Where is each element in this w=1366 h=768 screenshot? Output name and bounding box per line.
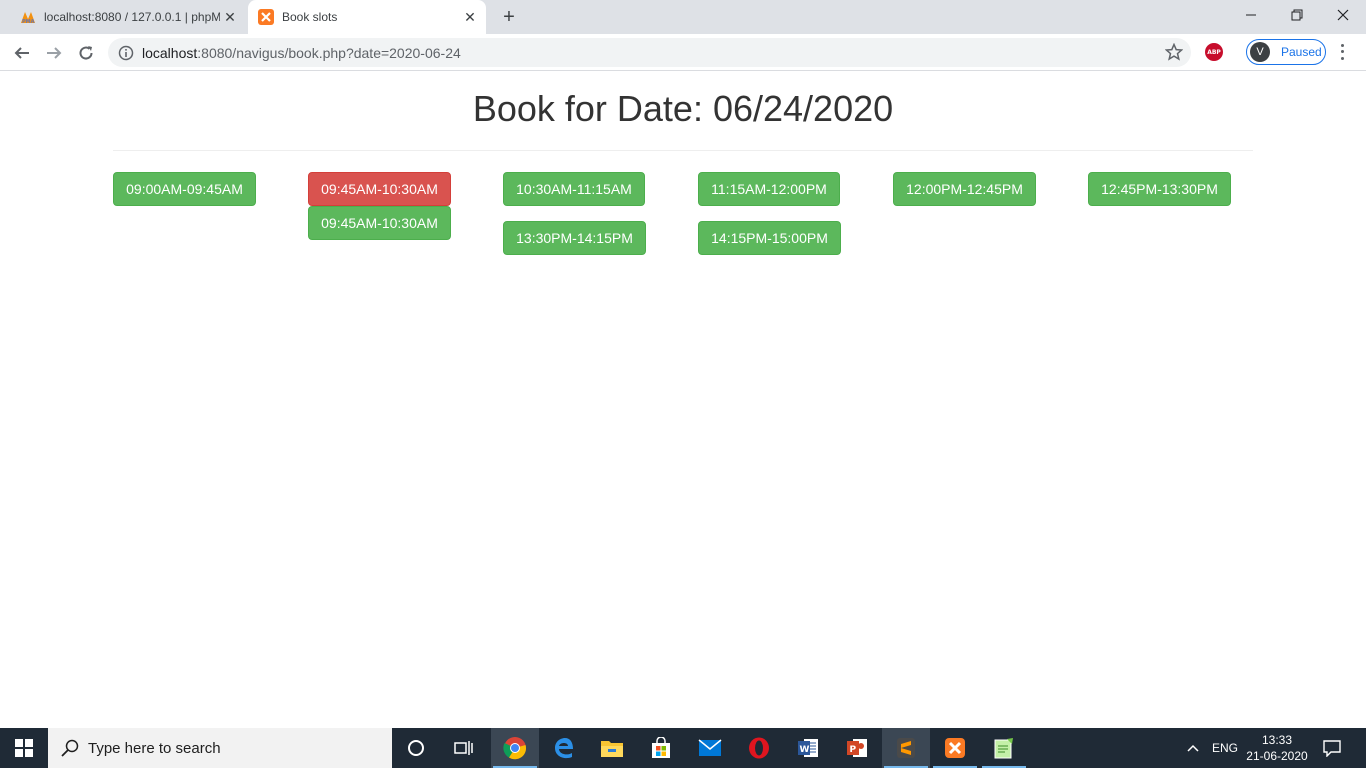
xampp-icon[interactable]	[931, 728, 979, 768]
adblock-extension-icon[interactable]: ABP	[1205, 43, 1223, 61]
close-icon	[1337, 9, 1349, 21]
cortana-icon[interactable]	[392, 728, 440, 768]
new-tab-button[interactable]: +	[498, 6, 520, 28]
chrome-icon[interactable]	[491, 728, 539, 768]
chevron-up-icon	[1187, 744, 1199, 752]
clock[interactable]: 13:33 21-06-2020	[1244, 732, 1310, 764]
tab-phpmyadmin[interactable]: PMA localhost:8080 / 127.0.0.1 | phpMyAd…	[8, 0, 246, 34]
slot-button[interactable]: 10:30AM-11:15AM	[503, 172, 645, 206]
sublime-icon[interactable]	[882, 728, 930, 768]
minimize-icon	[1246, 14, 1256, 16]
avatar: V	[1250, 42, 1270, 62]
minimize-button[interactable]	[1228, 0, 1274, 30]
clock-time: 13:33	[1261, 733, 1293, 747]
search-icon	[61, 739, 79, 757]
slot-button[interactable]: 12:45PM-13:30PM	[1088, 172, 1231, 206]
svg-text:PMA: PMA	[22, 19, 35, 24]
taskbar: Type here to search W P ENG 13:33 21-06-…	[0, 728, 1366, 768]
slot-button[interactable]: 14:15PM-15:00PM	[698, 221, 841, 255]
tab-title: Book slots	[282, 10, 338, 24]
svg-text:W: W	[800, 745, 810, 755]
taskbar-search[interactable]: Type here to search	[48, 728, 392, 768]
notifications-button[interactable]	[1322, 728, 1342, 768]
slot-button[interactable]: 09:45AM-10:30AM	[308, 206, 451, 240]
restore-icon	[1291, 9, 1303, 21]
svg-text:P: P	[850, 745, 857, 755]
forward-button[interactable]	[41, 40, 67, 66]
restore-button[interactable]	[1274, 0, 1320, 30]
browser-toolbar: localhost:8080/navigus/book.php?date=202…	[0, 34, 1366, 71]
page-title: Book for Date: 06/24/2020	[472, 88, 894, 129]
back-arrow-icon	[14, 47, 29, 59]
opera-icon[interactable]	[735, 728, 783, 768]
file-explorer-icon[interactable]	[588, 728, 636, 768]
edge-icon[interactable]	[540, 728, 588, 768]
slot-button[interactable]: 11:15AM-12:00PM	[698, 172, 840, 206]
store-icon[interactable]	[637, 728, 685, 768]
word-icon[interactable]: W	[784, 728, 832, 768]
back-button[interactable]	[9, 40, 35, 66]
tab-title: localhost:8080 / 127.0.0.1 | phpMyAdmin	[44, 10, 220, 24]
url-text: localhost:8080/navigus/book.php?date=202…	[142, 44, 461, 61]
clock-date: 21-06-2020	[1246, 749, 1308, 763]
profile-status: Paused	[1281, 45, 1322, 59]
language-indicator[interactable]: ENG	[1212, 728, 1238, 768]
slot-button[interactable]: 12:00PM-12:45PM	[893, 172, 1036, 206]
start-button[interactable]	[0, 728, 48, 768]
xampp-icon	[258, 9, 274, 25]
search-placeholder: Type here to search	[88, 739, 221, 757]
notification-icon	[1323, 740, 1341, 757]
info-icon[interactable]	[118, 45, 134, 61]
forward-arrow-icon	[47, 47, 62, 59]
tab-book-slots[interactable]: Book slots ✕	[248, 0, 486, 34]
profile-button[interactable]: V Paused	[1246, 39, 1326, 65]
slot-button[interactable]: 13:30PM-14:15PM	[503, 221, 646, 255]
reload-button[interactable]	[73, 40, 99, 66]
show-hidden-icons-button[interactable]	[1186, 728, 1200, 768]
phpmyadmin-icon: PMA	[20, 9, 36, 25]
notepad-icon[interactable]	[980, 728, 1028, 768]
divider	[113, 150, 1253, 151]
close-icon[interactable]: ✕	[220, 7, 240, 27]
slot-button-booked[interactable]: 09:45AM-10:30AM	[308, 172, 451, 206]
task-view-icon[interactable]	[440, 728, 488, 768]
star-icon[interactable]	[1165, 43, 1183, 61]
close-window-button[interactable]	[1320, 0, 1366, 30]
menu-icon[interactable]	[1336, 42, 1348, 62]
slot-button[interactable]: 09:00AM-09:45AM	[113, 172, 256, 206]
mail-icon[interactable]	[686, 728, 734, 768]
tab-strip: PMA localhost:8080 / 127.0.0.1 | phpMyAd…	[0, 0, 1366, 34]
reload-icon	[79, 46, 93, 60]
windows-icon	[15, 739, 33, 757]
address-bar[interactable]: localhost:8080/navigus/book.php?date=202…	[108, 38, 1191, 67]
close-icon[interactable]: ✕	[460, 7, 480, 27]
powerpoint-icon[interactable]: P	[833, 728, 881, 768]
